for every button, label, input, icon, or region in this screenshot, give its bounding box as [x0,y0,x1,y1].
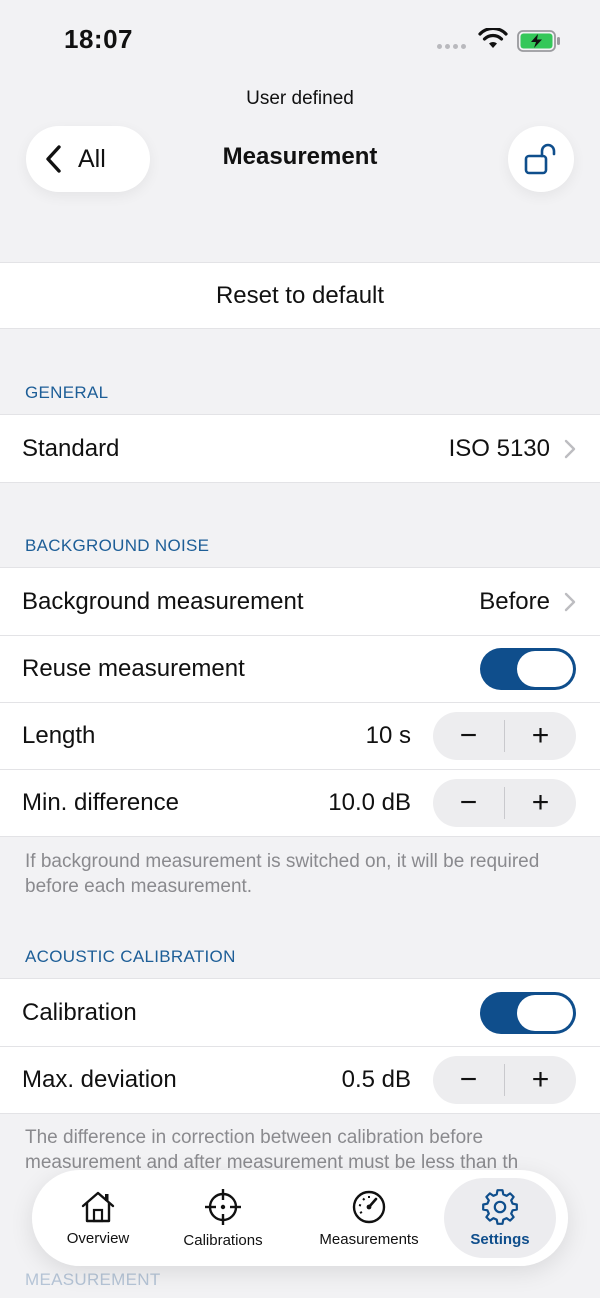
section-header-background-noise: BACKGROUND NOISE [25,536,210,555]
calibration-toggle[interactable] [480,991,576,1034]
crosshair-icon [205,1188,241,1225]
max-deviation-stepper: − + [433,1055,576,1104]
tab-overview-label: Overview [66,1229,130,1247]
reuse-measurement-row: Reuse measurement [0,635,600,702]
max-deviation-row: Max. deviation 0.5 dB − + [0,1046,600,1113]
min-difference-label: Min. difference [22,788,179,816]
reset-label: Reset to default [215,281,385,309]
unlock-icon [524,143,556,175]
reuse-measurement-toggle[interactable] [480,647,576,690]
gauge-icon [352,1190,386,1223]
tab-calibrations[interactable]: Calibrations [152,1178,294,1258]
section-header-acoustic-calibration: ACOUSTIC CALIBRATION [25,947,236,966]
tab-settings-label: Settings [470,1230,530,1248]
length-value: 10 s [365,721,411,749]
house-icon [81,1191,115,1222]
section-header-measurement: MEASUREMENT [25,1270,161,1289]
cellular-signal-icon [437,44,466,49]
background-measurement-label: Background measurement [22,587,304,615]
calibration-label: Calibration [22,998,137,1026]
min-difference-value: 10.0 dB [328,788,411,816]
length-increment-button[interactable]: + [505,712,576,760]
max-deviation-value: 0.5 dB [341,1065,411,1093]
standard-value: ISO 5130 [448,434,550,462]
acoustic-calibration-footer: The difference in correction between cal… [25,1127,519,1173]
toggle-knob [517,994,573,1031]
min-difference-increment-button[interactable]: + [505,779,576,827]
min-difference-decrement-button[interactable]: − [433,779,504,827]
section-header-general: GENERAL [25,383,109,402]
reuse-measurement-label: Reuse measurement [22,654,245,682]
general-group: Standard ISO 5130 [0,414,600,483]
nav-subtitle: User defined [246,88,354,109]
background-noise-group: Background measurement Before Reuse meas… [0,567,600,837]
length-label: Length [22,721,96,749]
standard-label: Standard [22,434,120,462]
reset-to-default-button[interactable]: Reset to default [0,262,600,329]
toggle-knob [517,650,573,687]
tab-settings[interactable]: Settings [444,1178,556,1258]
standard-row[interactable]: Standard ISO 5130 [0,415,600,482]
tab-calibrations-label: Calibrations [183,1231,263,1249]
length-row: Length 10 s − + [0,702,600,769]
acoustic-calibration-group: Calibration Max. deviation 0.5 dB − + [0,978,600,1114]
battery-charging-icon [517,30,560,52]
lock-button[interactable] [508,126,574,192]
status-bar: 18:07 [0,0,600,80]
chevron-right-icon [564,592,576,611]
wifi-icon [478,28,508,48]
calibration-row: Calibration [0,979,600,1046]
background-measurement-row[interactable]: Background measurement Before [0,568,600,635]
length-stepper: − + [433,711,576,760]
max-deviation-decrement-button[interactable]: − [433,1056,504,1104]
length-decrement-button[interactable]: − [433,712,504,760]
background-noise-footer: If background measurement is switched on… [25,851,540,897]
status-time: 18:07 [64,24,133,54]
tab-bar: Overview Calibrations Measurements Setti… [32,1170,568,1266]
min-difference-row: Min. difference 10.0 dB − + [0,769,600,836]
min-difference-stepper: − + [433,778,576,827]
max-deviation-label: Max. deviation [22,1065,177,1093]
chevron-right-icon [564,439,576,458]
tab-overview[interactable]: Overview [44,1178,152,1258]
gear-icon [482,1188,518,1225]
tab-measurements-label: Measurements [319,1230,419,1248]
background-measurement-value: Before [479,587,550,615]
tab-measurements[interactable]: Measurements [294,1178,444,1258]
max-deviation-increment-button[interactable]: + [505,1056,576,1104]
